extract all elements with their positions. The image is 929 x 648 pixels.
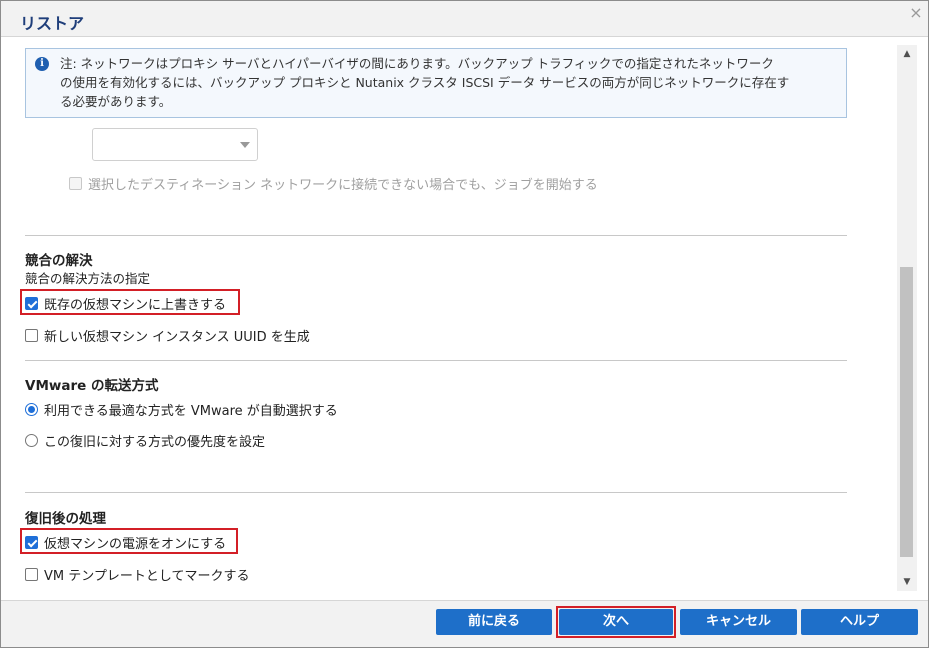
- info-line-1: 注: ネットワークはプロキシ サーバとハイパーバイザの間にあります。バックアップ…: [60, 56, 774, 71]
- divider: [25, 235, 847, 236]
- network-select[interactable]: [92, 128, 258, 161]
- restore-dialog: リストア × i 注: ネットワークはプロキシ サーバとハイパーバイザの間にあり…: [0, 0, 929, 648]
- new-uuid-checkbox[interactable]: [25, 329, 38, 342]
- transport-priority-option[interactable]: この復旧に対する方式の優先度を設定: [25, 431, 265, 450]
- dialog-titlebar: リストア ×: [1, 1, 928, 37]
- transport-auto-option[interactable]: 利用できる最適な方式を VMware が自動選択する: [25, 400, 338, 419]
- template-option[interactable]: VM テンプレートとしてマークする: [25, 565, 249, 584]
- info-line-2: の使用を有効化するには、バックアップ プロキシと Nutanix クラスタ IS…: [60, 75, 790, 90]
- new-uuid-label: 新しい仮想マシン インスタンス UUID を生成: [44, 330, 310, 345]
- start-job-option[interactable]: 選択したデスティネーション ネットワークに接続できない場合でも、ジョブを開始する: [69, 174, 598, 193]
- start-job-checkbox[interactable]: [69, 177, 82, 190]
- overwrite-label: 既存の仮想マシンに上書きする: [44, 298, 227, 313]
- close-icon[interactable]: ×: [908, 5, 924, 21]
- dialog-footer: 前に戻る 次へ キャンセル ヘルプ: [1, 600, 928, 647]
- transport-priority-label: この復旧に対する方式の優先度を設定: [44, 435, 266, 450]
- scroll-thumb[interactable]: [900, 267, 913, 557]
- conflict-subheading: 競合の解決方法の指定: [25, 271, 151, 286]
- help-button[interactable]: ヘルプ: [801, 609, 918, 635]
- template-label: VM テンプレートとしてマークする: [44, 569, 250, 584]
- dialog-content: i 注: ネットワークはプロキシ サーバとハイパーバイザの間にあります。バックア…: [1, 38, 896, 593]
- back-button[interactable]: 前に戻る: [436, 609, 552, 635]
- template-checkbox[interactable]: [25, 568, 38, 581]
- transport-auto-label: 利用できる最適な方式を VMware が自動選択する: [44, 404, 338, 419]
- transport-priority-radio[interactable]: [25, 434, 38, 447]
- next-button[interactable]: 次へ: [559, 609, 673, 635]
- info-text: 注: ネットワークはプロキシ サーバとハイパーバイザの間にあります。バックアップ…: [60, 54, 840, 111]
- power-on-label: 仮想マシンの電源をオンにする: [44, 537, 227, 552]
- divider: [25, 492, 847, 493]
- overwrite-option[interactable]: 既存の仮想マシンに上書きする: [25, 294, 226, 313]
- scroll-down-icon[interactable]: ▼: [897, 573, 917, 591]
- start-job-label: 選択したデスティネーション ネットワークに接続できない場合でも、ジョブを開始する: [88, 178, 598, 193]
- post-recovery-heading: 復旧後の処理: [25, 511, 106, 527]
- conflict-heading: 競合の解決: [25, 253, 93, 269]
- cancel-button[interactable]: キャンセル: [680, 609, 797, 635]
- power-on-option[interactable]: 仮想マシンの電源をオンにする: [25, 533, 226, 552]
- overwrite-checkbox[interactable]: [25, 297, 38, 310]
- chevron-down-icon: [240, 142, 250, 148]
- scroll-up-icon[interactable]: ▲: [897, 45, 917, 63]
- info-line-3: る必要があります。: [60, 94, 172, 109]
- dialog-title: リストア: [20, 14, 85, 33]
- new-uuid-option[interactable]: 新しい仮想マシン インスタンス UUID を生成: [25, 326, 310, 345]
- power-on-checkbox[interactable]: [25, 536, 38, 549]
- info-note: i 注: ネットワークはプロキシ サーバとハイパーバイザの間にあります。バックア…: [25, 48, 847, 118]
- transport-auto-radio[interactable]: [25, 403, 38, 416]
- info-icon: i: [35, 57, 49, 71]
- divider: [25, 360, 847, 361]
- transport-heading: VMware の転送方式: [25, 378, 159, 394]
- vertical-scrollbar[interactable]: ▲ ▼: [897, 45, 917, 591]
